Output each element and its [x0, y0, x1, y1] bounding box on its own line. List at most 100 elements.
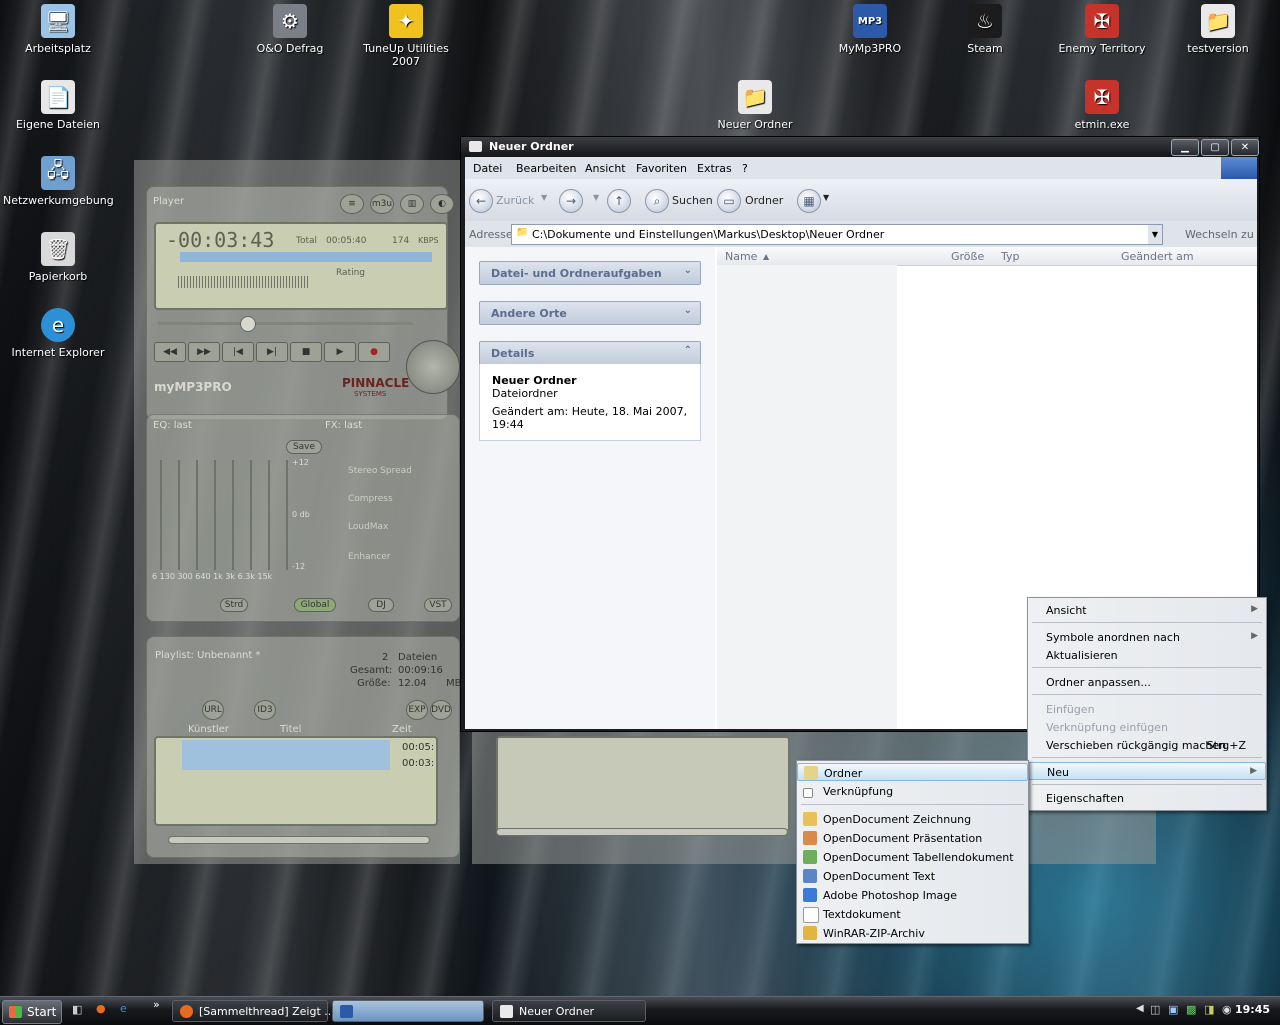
stop-button[interactable]: ■ [290, 342, 322, 362]
forward-dropdown-icon[interactable]: ▼ [593, 193, 599, 202]
file-list[interactable] [717, 265, 897, 729]
new-item-od-praesentation[interactable]: OpenDocument Präsentation [797, 829, 1028, 847]
tray-monitor-icon[interactable]: ▣ [1168, 1003, 1178, 1016]
menu-favoriten[interactable]: Favoriten [636, 162, 687, 175]
tab-global[interactable]: Global [294, 598, 336, 612]
tab-strd[interactable]: Strd [220, 598, 248, 612]
url-button[interactable]: URL [202, 700, 224, 720]
col-type[interactable]: Typ [1001, 250, 1020, 263]
forward-arrow-icon[interactable]: → [559, 189, 583, 213]
rewind-button[interactable]: ◀◀ [154, 342, 186, 362]
fx-compress[interactable]: Compress [348, 494, 393, 504]
folders-icon[interactable]: ▭ [717, 189, 741, 213]
menu-item-ansicht[interactable]: Ansicht ▶ [1028, 601, 1266, 619]
next-button[interactable]: ▶| [256, 342, 288, 362]
desktop-icon-oo-defrag[interactable]: ⚙ O&O Defrag [235, 4, 345, 55]
tray-network-icon[interactable]: ◫ [1150, 1003, 1160, 1016]
eq-sliders[interactable] [152, 460, 292, 570]
col-modified[interactable]: Geändert am [1121, 250, 1194, 263]
new-item-photoshop[interactable]: Adobe Photoshop Image [797, 886, 1028, 904]
record-button[interactable]: ● [358, 342, 390, 362]
tray-nvidia-icon[interactable]: ▩ [1186, 1003, 1196, 1016]
side-hscrollbar[interactable] [496, 828, 788, 836]
export-button[interactable]: EXP [406, 700, 428, 720]
desktop-icon-internet-explorer[interactable]: e Internet Explorer [3, 308, 113, 359]
start-button[interactable]: Start [2, 1000, 62, 1024]
seek-thumb[interactable] [240, 316, 256, 332]
address-dropdown-icon[interactable]: ▼ [1148, 225, 1162, 244]
desktop-icon-mymp3pro[interactable]: MP3 MyMp3PRO [815, 4, 925, 55]
desktop-icon-steam[interactable]: ♨ Steam [930, 4, 1040, 55]
details-header[interactable]: Details ⌃ [479, 341, 701, 365]
col-time[interactable]: Zeit [392, 724, 412, 735]
fx-loudmax[interactable]: LoudMax [348, 522, 388, 532]
desktop-icon-testversion[interactable]: 📁 testversion [1163, 4, 1273, 55]
menu-item-aktualisieren[interactable]: Aktualisieren [1028, 646, 1266, 664]
volume-knob[interactable] [406, 340, 460, 394]
desktop-icon-papierkorb[interactable]: 🗑 Papierkorb [3, 232, 113, 283]
quicklaunch-ie-icon[interactable]: e [120, 1002, 127, 1015]
playlist-hscrollbar[interactable] [168, 836, 430, 844]
folders-button-label[interactable]: Ordner [745, 194, 783, 207]
new-item-winrar-zip[interactable]: WinRAR-ZIP-Archiv [797, 924, 1028, 942]
tray-device-icon[interactable]: ◨ [1204, 1003, 1214, 1016]
desktop-icon-eigene-dateien[interactable]: 📄 Eigene Dateien [3, 80, 113, 131]
desktop-icon-arbeitsplatz[interactable]: 🖥 Arbeitsplatz [3, 4, 113, 55]
fx-stereo-spread[interactable]: Stereo Spread [348, 466, 412, 476]
search-icon[interactable]: ⌕ [645, 189, 669, 213]
new-item-ordner[interactable]: Ordner [797, 763, 1028, 781]
skin-button[interactable]: ◐ [430, 194, 454, 214]
quicklaunch-more-button[interactable]: » [153, 998, 160, 1011]
new-item-od-zeichnung[interactable]: OpenDocument Zeichnung [797, 810, 1028, 828]
back-arrow-icon[interactable]: ← [469, 189, 493, 213]
desktop-icon-tuneup[interactable]: ✦ TuneUp Utilities 2007 [351, 4, 461, 68]
clock[interactable]: 19:45 [1235, 1003, 1270, 1016]
taskbar-button-mp3[interactable] [332, 1000, 484, 1022]
menu-item-eigenschaften[interactable]: Eigenschaften [1028, 789, 1266, 807]
eq-toggle-button[interactable]: ▥ [400, 194, 424, 214]
dvd-button[interactable]: DVD [430, 700, 452, 720]
back-button-label[interactable]: Zurück [496, 194, 534, 207]
views-icon[interactable]: ▦ [797, 189, 821, 213]
minimize-button[interactable]: ▁ [1171, 139, 1199, 156]
new-item-od-tabelle[interactable]: OpenDocument Tabellendokument [797, 848, 1028, 866]
new-item-textdokument[interactable]: Textdokument [797, 905, 1028, 923]
tab-dj[interactable]: DJ [368, 598, 394, 612]
go-button[interactable]: Wechseln zu [1185, 228, 1254, 241]
m3u-button[interactable]: m3u [370, 194, 394, 214]
quicklaunch-desktop-icon[interactable]: ◧ [72, 1003, 82, 1016]
views-dropdown-icon[interactable]: ▼ [823, 193, 829, 202]
tasks-header[interactable]: Datei- und Ordneraufgaben ⌄ [479, 261, 701, 285]
taskbar-button-explorer[interactable]: Neuer Ordner [492, 1000, 646, 1022]
other-places-header[interactable]: Andere Orte ⌄ [479, 301, 701, 325]
menu-bearbeiten[interactable]: Bearbeiten [516, 162, 576, 175]
menu-ansicht[interactable]: Ansicht [585, 162, 626, 175]
seek-track[interactable] [158, 322, 413, 325]
previous-button[interactable]: |◀ [222, 342, 254, 362]
desktop-icon-enemy-territory[interactable]: ✠ Enemy Territory [1047, 4, 1157, 55]
desktop-icon-netzwerk[interactable]: 🖧 Netzwerkumgebung [3, 156, 114, 207]
menu-datei[interactable]: Datei [473, 162, 502, 175]
tab-vst[interactable]: VST [424, 598, 452, 612]
new-item-verknuepfung[interactable]: Verknüpfung [797, 782, 1028, 800]
fx-enhancer[interactable]: Enhancer [348, 552, 391, 562]
title-bar[interactable]: Neuer Ordner ▁ ▢ ✕ [461, 137, 1259, 157]
play-button[interactable]: ▶ [324, 342, 356, 362]
col-title[interactable]: Titel [280, 724, 301, 735]
search-button-label[interactable]: Suchen [672, 194, 713, 207]
eq-save-button[interactable]: Save [286, 440, 322, 454]
fast-forward-button[interactable]: ▶▶ [188, 342, 220, 362]
menu-item-symbole-anordnen[interactable]: Symbole anordnen nach ▶ [1028, 628, 1266, 646]
menu-item-neu[interactable]: Neu ▶ [1028, 762, 1266, 780]
menu-item-ordner-anpassen[interactable]: Ordner anpassen... [1028, 673, 1266, 691]
desktop-icon-neuer-ordner[interactable]: 📁 Neuer Ordner [700, 80, 810, 131]
col-name[interactable]: Name [725, 250, 757, 263]
menu-extras[interactable]: Extras [697, 162, 732, 175]
taskbar-button-forum[interactable]: [Sammelthread] Zeigt ... [172, 1000, 335, 1022]
list-button[interactable]: ≡ [340, 194, 364, 214]
maximize-button[interactable]: ▢ [1201, 139, 1229, 156]
back-dropdown-icon[interactable]: ▼ [541, 193, 547, 202]
tray-expand-icon[interactable]: ◀ [1136, 1003, 1144, 1014]
playlist-list[interactable]: 00:05: 00:03: [154, 736, 438, 826]
desktop-icon-etmin[interactable]: ✠ etmin.exe [1047, 80, 1157, 131]
